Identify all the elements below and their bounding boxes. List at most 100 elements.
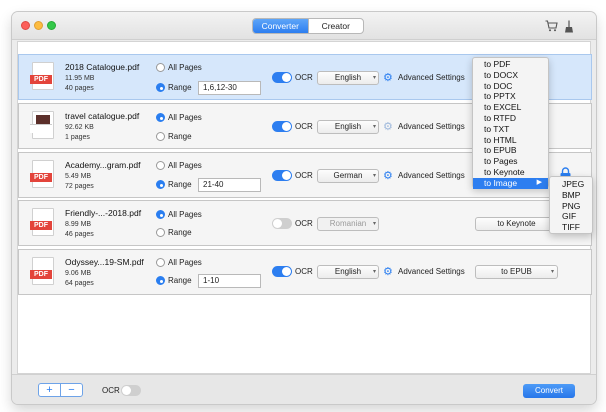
- tab-converter[interactable]: Converter: [253, 19, 308, 33]
- submenu-item-tiff[interactable]: TIFF: [550, 222, 592, 233]
- file-name: Odyssey...19-SM.pdf: [65, 257, 144, 267]
- menu-item-to-rtfd[interactable]: to RTFD: [473, 113, 548, 124]
- language-value: English: [334, 73, 362, 82]
- ocr-toggle[interactable]: [272, 170, 292, 181]
- menu-item-to-excel[interactable]: to EXCEL: [473, 102, 548, 113]
- output-format-select[interactable]: to Keynote: [475, 217, 558, 231]
- submenu-item-bmp[interactable]: BMP: [550, 190, 592, 201]
- pdf-file-icon: PDF: [30, 62, 54, 90]
- chevron-down-icon: ▾: [550, 269, 554, 275]
- ocr-label: OCR: [295, 122, 313, 131]
- range-label: Range: [168, 180, 192, 189]
- submenu-item-jpeg[interactable]: JPEG: [550, 179, 592, 190]
- advanced-settings-link[interactable]: Advanced Settings: [398, 73, 465, 82]
- range-radio[interactable]: [156, 83, 165, 92]
- range-label: Range: [168, 132, 192, 141]
- all-pages-radio[interactable]: [156, 63, 165, 72]
- file-size: 92.62 KB: [65, 124, 94, 131]
- range-input[interactable]: 21-40: [198, 178, 261, 192]
- range-radio[interactable]: [156, 180, 165, 189]
- global-ocr-toggle[interactable]: [121, 385, 141, 396]
- output-format-value: to Keynote: [497, 219, 536, 228]
- all-pages-radio[interactable]: [156, 258, 165, 267]
- file-size: 11.95 MB: [65, 75, 95, 82]
- all-pages-radio[interactable]: [156, 210, 165, 219]
- range-radio[interactable]: [156, 276, 165, 285]
- menu-item-to-doc[interactable]: to DOC: [473, 81, 548, 92]
- file-size: 9.06 MB: [65, 270, 92, 277]
- all-pages-radio[interactable]: [156, 113, 165, 122]
- output-format-value: to EPUB: [501, 267, 532, 276]
- submenu-item-png[interactable]: PNG: [550, 201, 592, 212]
- file-name: 2018 Catalogue.pdf: [65, 62, 140, 72]
- file-row[interactable]: PDF Odyssey...19-SM.pdf 9.06 MB 64 pages…: [18, 249, 592, 295]
- output-format-select[interactable]: to EPUB ▾: [475, 265, 558, 279]
- minimize-window-button[interactable]: [34, 21, 43, 30]
- file-row[interactable]: PDF Friendly-...-2018.pdf 8.99 MB 46 pag…: [18, 200, 592, 246]
- range-radio[interactable]: [156, 132, 165, 141]
- chevron-down-icon: ▾: [372, 269, 376, 275]
- broom-icon[interactable]: [562, 19, 576, 33]
- language-select: Romanian ▾: [317, 217, 379, 231]
- gear-icon[interactable]: ⚙: [383, 170, 395, 182]
- chevron-down-icon: ▾: [372, 173, 376, 179]
- gear-icon[interactable]: ⚙: [383, 72, 395, 84]
- submenu-arrow-icon: ▶: [536, 178, 542, 186]
- menu-item-to-image[interactable]: to Image ▶: [473, 177, 548, 189]
- menu-item-to-epub[interactable]: to EPUB: [473, 145, 548, 156]
- all-pages-label: All Pages: [168, 113, 202, 122]
- bottom-toolbar: + − OCR Convert: [12, 374, 596, 404]
- menu-item-to-pages[interactable]: to Pages: [473, 156, 548, 167]
- format-dropdown-menu: to PDF to DOCX to DOC to PPTX to EXCEL t…: [472, 57, 549, 189]
- submenu-item-gif[interactable]: GIF: [550, 211, 592, 222]
- language-select[interactable]: English ▾: [317, 71, 379, 85]
- ocr-toggle[interactable]: [272, 218, 292, 229]
- remove-file-button[interactable]: −: [61, 384, 82, 396]
- advanced-settings-link[interactable]: Advanced Settings: [398, 267, 465, 276]
- range-label: Range: [168, 83, 192, 92]
- all-pages-label: All Pages: [168, 258, 202, 267]
- all-pages-radio[interactable]: [156, 161, 165, 170]
- gear-icon[interactable]: ⚙: [383, 266, 395, 278]
- chevron-down-icon: ▾: [372, 75, 376, 81]
- menu-item-to-html[interactable]: to HTML: [473, 135, 548, 146]
- gear-icon[interactable]: ⚙: [383, 121, 395, 133]
- menu-item-to-keynote[interactable]: to Keynote: [473, 167, 548, 178]
- file-size: 5.49 MB: [65, 173, 92, 180]
- file-name: Friendly-...-2018.pdf: [65, 208, 142, 218]
- maximize-window-button[interactable]: [47, 21, 56, 30]
- advanced-settings-link[interactable]: Advanced Settings: [398, 171, 465, 180]
- menu-item-to-docx[interactable]: to DOCX: [473, 70, 548, 81]
- tab-creator[interactable]: Creator: [307, 19, 364, 33]
- language-select[interactable]: English ▾: [317, 120, 379, 134]
- menu-item-to-txt[interactable]: to TXT: [473, 124, 548, 135]
- language-value: German: [333, 171, 363, 180]
- mode-segmented-control: Converter Creator: [252, 18, 364, 34]
- language-select[interactable]: English ▾: [317, 265, 379, 279]
- file-pages: 64 pages: [65, 280, 94, 287]
- range-label: Range: [168, 228, 192, 237]
- ocr-toggle[interactable]: [272, 266, 292, 277]
- close-window-button[interactable]: [21, 21, 30, 30]
- ocr-toggle[interactable]: [272, 121, 292, 132]
- cart-icon[interactable]: [544, 19, 558, 33]
- chevron-down-icon: ▾: [372, 221, 376, 227]
- menu-item-to-pdf[interactable]: to PDF: [473, 59, 548, 70]
- menu-item-label: to Image: [484, 177, 518, 188]
- language-select[interactable]: German ▾: [317, 169, 379, 183]
- range-input[interactable]: 1,6,12-30: [198, 81, 261, 95]
- range-input[interactable]: 1-10: [198, 274, 261, 288]
- pdf-file-icon: PDF: [30, 208, 54, 236]
- menu-item-to-pptx[interactable]: to PPTX: [473, 91, 548, 102]
- add-file-button[interactable]: +: [39, 384, 61, 396]
- all-pages-label: All Pages: [168, 161, 202, 170]
- range-radio[interactable]: [156, 228, 165, 237]
- advanced-settings-link[interactable]: Advanced Settings: [398, 122, 465, 131]
- ocr-label: OCR: [295, 267, 313, 276]
- ocr-label: OCR: [295, 73, 313, 82]
- convert-button[interactable]: Convert: [523, 384, 575, 398]
- ocr-label: OCR: [295, 171, 313, 180]
- ocr-toggle[interactable]: [272, 72, 292, 83]
- image-format-submenu: JPEG BMP PNG GIF TIFF: [549, 176, 593, 234]
- ocr-label: OCR: [295, 219, 313, 228]
